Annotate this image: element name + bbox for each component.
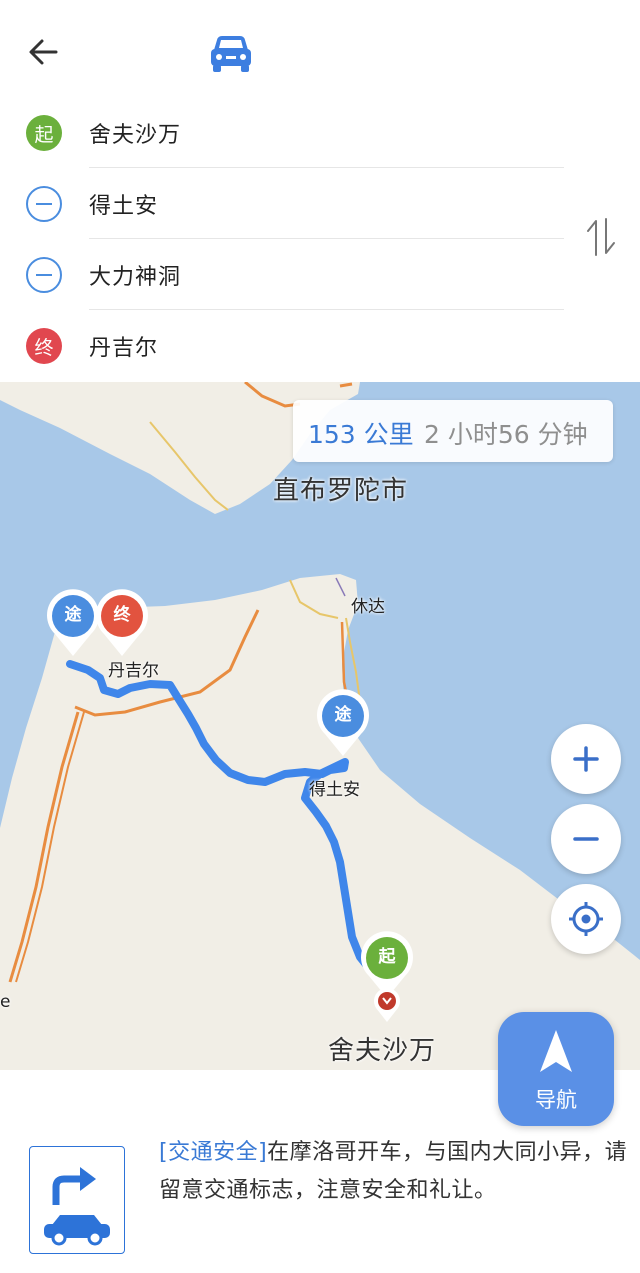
route-panel: 起 舍夫沙万 得土安 大力神洞 终 丹吉尔 bbox=[0, 97, 640, 382]
end-marker-icon: 终 bbox=[26, 328, 62, 364]
via-pin-label: 途 bbox=[334, 705, 352, 725]
back-arrow-icon[interactable] bbox=[22, 30, 66, 74]
map-label-ceuta: 休达 bbox=[351, 597, 385, 617]
tip-tag: [交通安全] bbox=[159, 1140, 268, 1165]
locate-icon bbox=[569, 902, 603, 936]
stop-name: 舍夫沙万 bbox=[89, 123, 182, 148]
zoom-in-button[interactable] bbox=[551, 724, 621, 794]
minus-icon bbox=[573, 837, 599, 841]
swap-arrows-icon[interactable] bbox=[582, 215, 620, 259]
navigate-button[interactable]: 导航 bbox=[498, 1012, 614, 1126]
map-label-tetouan: 得土安 bbox=[309, 780, 360, 800]
stop-row-end[interactable]: 终 丹吉尔 bbox=[0, 310, 580, 381]
start-pin-label: 起 bbox=[378, 947, 396, 967]
stop-name: 丹吉尔 bbox=[89, 336, 159, 361]
location-marker-icon bbox=[374, 988, 400, 1022]
end-pin-label: 终 bbox=[113, 605, 131, 625]
plus-icon bbox=[573, 746, 599, 772]
map-label-chefchaouen: 舍夫沙万 bbox=[328, 1036, 437, 1066]
start-badge: 起 bbox=[34, 123, 54, 146]
map-view[interactable]: 153 公里 2 小时56 分钟 直布罗陀市 休达 丹吉尔 得土安 舍夫沙万 e… bbox=[0, 382, 640, 1070]
locate-button[interactable] bbox=[551, 884, 621, 954]
traffic-safety-tip: [交通安全]在摩洛哥开车，与国内大同小异，请留意交通标志，注意安全和礼让。 bbox=[159, 1134, 629, 1210]
stop-row-start[interactable]: 起 舍夫沙万 bbox=[0, 97, 580, 168]
end-pin[interactable]: 终 bbox=[93, 588, 151, 660]
navigation-arrow-icon bbox=[540, 1030, 572, 1072]
via-pin-tetouan[interactable]: 途 bbox=[314, 688, 372, 760]
top-bar bbox=[0, 0, 640, 98]
route-summary-card[interactable]: 153 公里 2 小时56 分钟 bbox=[293, 400, 613, 462]
navigate-label: 导航 bbox=[535, 1088, 577, 1112]
map-label-edge: e bbox=[0, 992, 11, 1012]
zoom-out-button[interactable] bbox=[551, 804, 621, 874]
stop-name: 得土安 bbox=[89, 194, 159, 219]
start-marker-icon: 起 bbox=[26, 115, 62, 151]
car-icon[interactable] bbox=[208, 34, 254, 74]
turn-car-icon bbox=[29, 1146, 125, 1254]
stop-name: 大力神洞 bbox=[89, 265, 182, 290]
end-badge: 终 bbox=[34, 336, 54, 359]
stop-row-via-1[interactable]: 得土安 bbox=[0, 168, 580, 239]
stop-row-via-2[interactable]: 大力神洞 bbox=[0, 239, 580, 310]
route-distance: 153 公里 bbox=[308, 420, 414, 449]
route-duration: 2 小时56 分钟 bbox=[424, 420, 588, 449]
via-marker-icon bbox=[26, 257, 62, 293]
via-marker-icon bbox=[26, 186, 62, 222]
map-label-gibraltar: 直布罗陀市 bbox=[273, 476, 409, 506]
